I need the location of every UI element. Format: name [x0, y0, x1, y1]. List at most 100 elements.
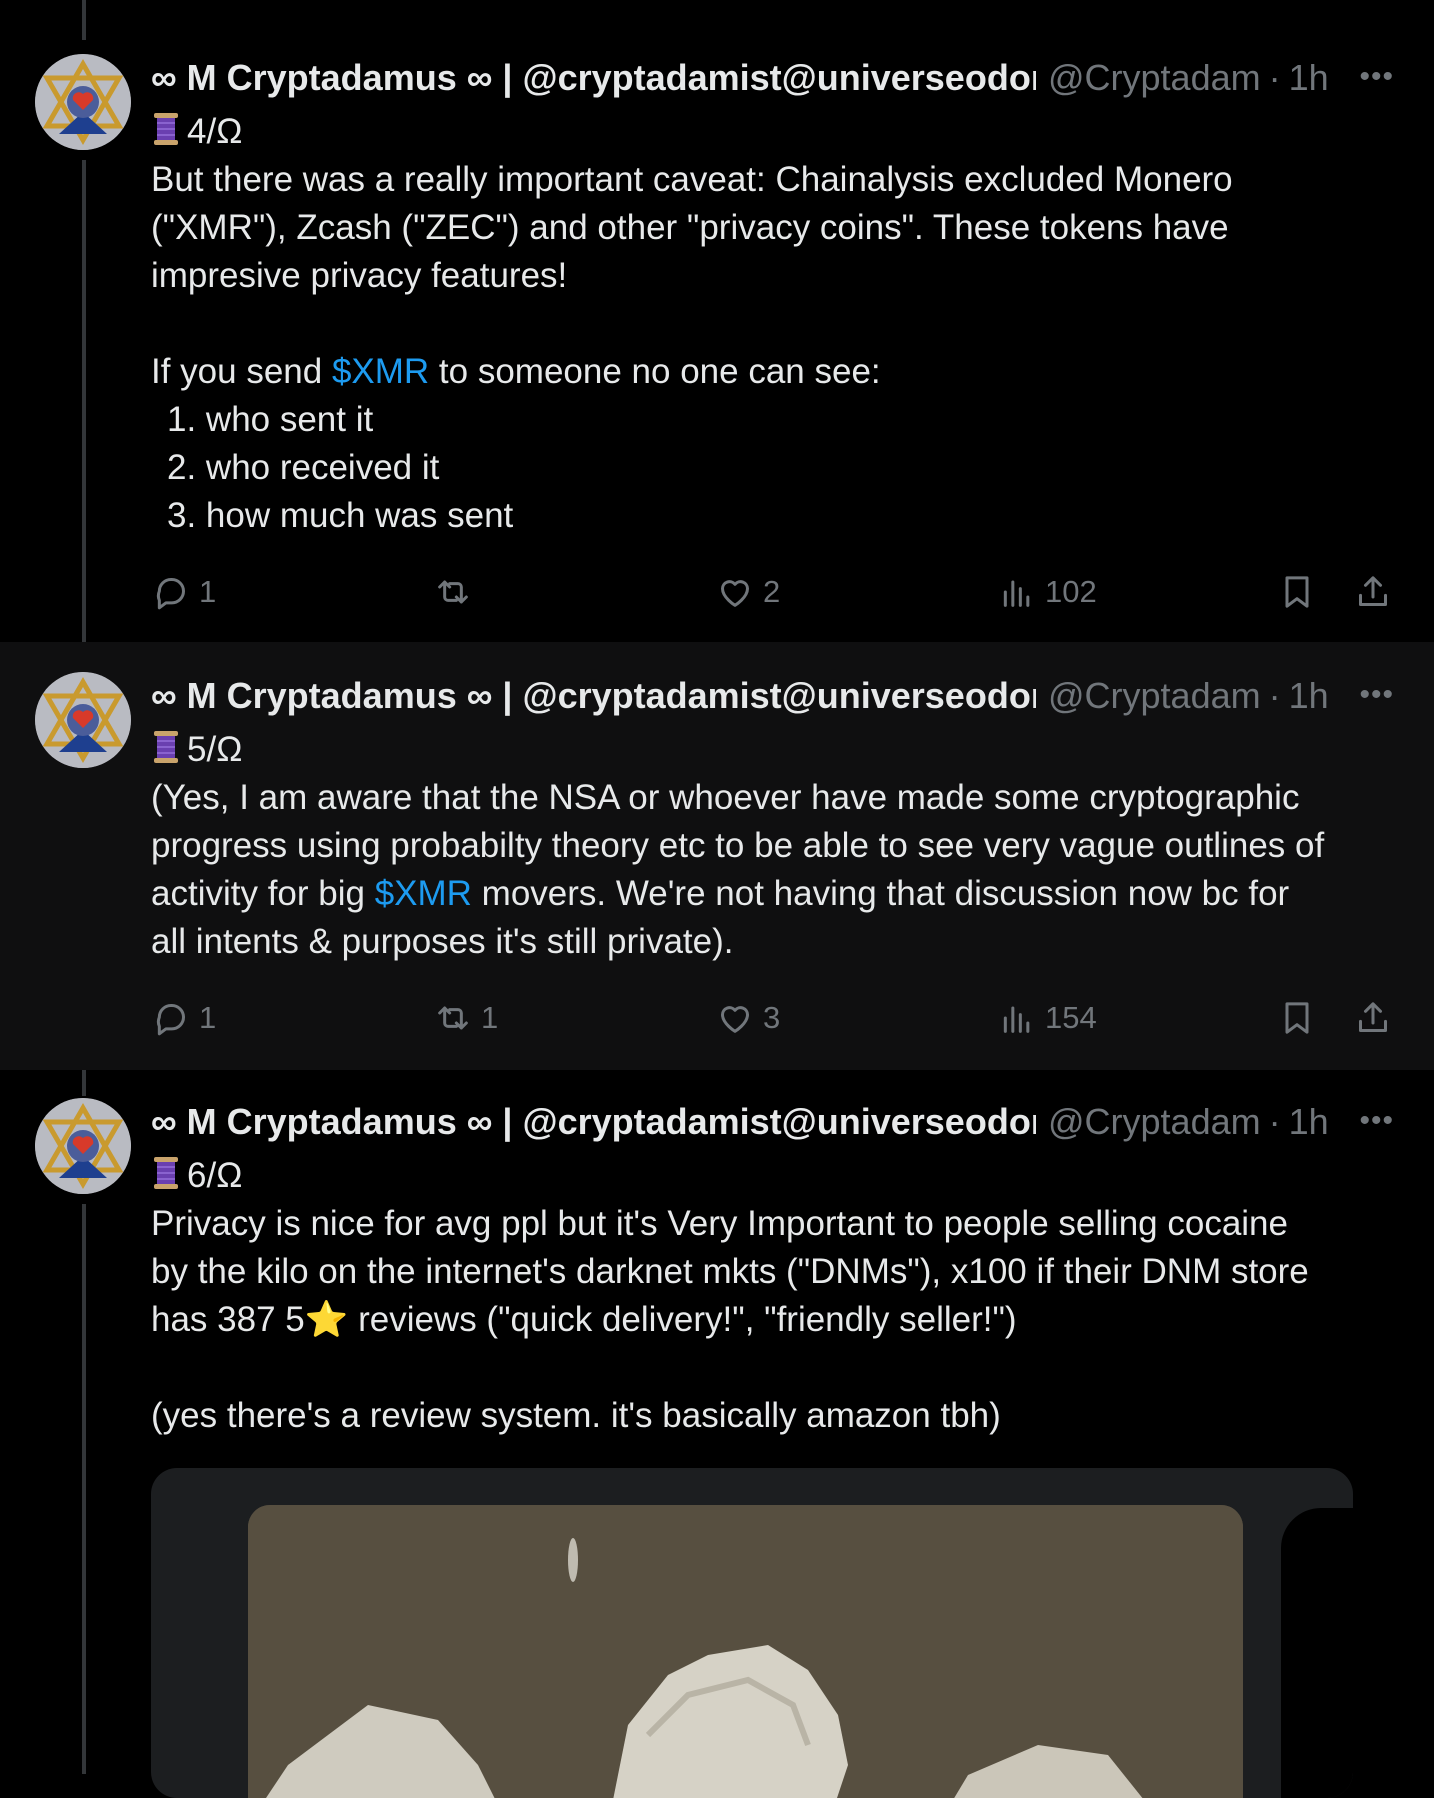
avatar-hexagram-icon — [35, 672, 131, 768]
share-icon — [1359, 1002, 1387, 1032]
repost-button[interactable] — [433, 568, 481, 616]
tweet-body: 6/Ω Privacy is nice for avg ppl but it's… — [151, 1152, 1401, 1440]
views-button[interactable]: 154 — [997, 994, 1097, 1042]
tweet-text-line: But there was a really important caveat:… — [151, 160, 1233, 199]
repost-icon — [438, 580, 468, 604]
avatar[interactable] — [35, 672, 131, 768]
tweet-5[interactable]: ∞ M Cryptadamus ∞ | @cryptadamist@univer… — [0, 642, 1434, 1070]
thread-counter: 5/Ω — [151, 726, 1401, 774]
avatar-hexagram-icon — [35, 1098, 131, 1194]
reply-icon — [156, 578, 185, 610]
more-dots-icon[interactable]: ••• — [1359, 678, 1394, 712]
spool-of-thread-emoji — [154, 731, 178, 763]
cashtag-link[interactable]: $XMR — [332, 352, 429, 391]
text-fragment: activity for big — [151, 874, 375, 913]
view-count: 102 — [1045, 574, 1097, 609]
thread-counter-text: 6/Ω — [187, 1156, 243, 1195]
tweet-text-line: ("XMR"), Zcash ("ZEC") and other "privac… — [151, 208, 1229, 247]
text-fragment: to someone no one can see: — [429, 352, 881, 391]
thread-counter-text: 5/Ω — [187, 730, 243, 769]
spool-of-thread-emoji — [154, 113, 178, 145]
star-emoji: ⭐ — [304, 1300, 349, 1339]
tweet-4[interactable]: ∞ M Cryptadamus ∞ | @cryptadamist@univer… — [0, 0, 1434, 642]
views-icon — [1003, 580, 1030, 607]
list-item: 3. how much was sent — [167, 496, 514, 535]
media-carousel[interactable] — [151, 1468, 1353, 1798]
tweet-text-line: progress using probabilty theory etc to … — [151, 826, 1325, 865]
text-fragment: reviews ("quick delivery!", "friendly se… — [348, 1300, 1017, 1339]
tweet-text-line: If you send $XMR to someone no one can s… — [151, 348, 1401, 396]
tweet-text-line: by the kilo on the internet's darknet mk… — [151, 1252, 1309, 1291]
list-item: 2. who received it — [167, 448, 440, 487]
reply-count: 1 — [199, 1000, 217, 1035]
cashtag-link[interactable]: $XMR — [375, 874, 472, 913]
more-dots-icon[interactable]: ••• — [1359, 1104, 1394, 1138]
text-fragment: movers. We're not having that discussion… — [471, 874, 1290, 913]
like-button[interactable]: 2 — [715, 568, 780, 616]
like-count: 3 — [763, 1000, 781, 1035]
share-icon — [1359, 576, 1387, 606]
separator-dot: · — [1268, 1101, 1281, 1142]
bookmark-button[interactable] — [1277, 994, 1317, 1042]
repost-icon — [438, 1006, 468, 1030]
author-name[interactable]: ∞ M Cryptadamus ∞ | @cryptadamist@univer… — [151, 1101, 1036, 1143]
avatar[interactable] — [35, 1098, 131, 1194]
text-fragment: has 387 5 — [151, 1300, 305, 1339]
tweet-header: ∞ M Cryptadamus ∞ | @cryptadamist@univer… — [151, 1100, 1394, 1144]
repost-button[interactable]: 1 — [433, 994, 498, 1042]
like-button[interactable]: 3 — [715, 994, 780, 1042]
tweet-text-line: all intents & purposes it's still privat… — [151, 922, 734, 961]
repost-count: 1 — [481, 1000, 499, 1035]
more-dots-icon[interactable]: ••• — [1359, 60, 1394, 94]
action-bar: 1 2 102 — [151, 568, 1401, 616]
separator-dot: · — [1268, 675, 1281, 716]
tweet-text-line: (yes there's a review system. it's basic… — [151, 1396, 1001, 1435]
timestamp[interactable]: 1h — [1289, 1101, 1329, 1143]
tweet-text-line: impresive privacy features! — [151, 256, 568, 295]
media-photo[interactable] — [248, 1505, 1243, 1798]
share-button[interactable] — [1353, 568, 1393, 616]
action-bar: 1 1 3 154 — [151, 994, 1401, 1042]
bookmark-icon — [1285, 576, 1309, 608]
photo-content — [248, 1505, 1243, 1798]
reply-button[interactable]: 1 — [151, 994, 216, 1042]
timestamp[interactable]: 1h — [1289, 57, 1329, 99]
separator-dot: · — [1268, 57, 1281, 98]
reply-button[interactable]: 1 — [151, 568, 216, 616]
tweet-text-line: has 387 5⭐ reviews ("quick delivery!", "… — [151, 1296, 1401, 1344]
tweet-text-line: (Yes, I am aware that the NSA or whoever… — [151, 778, 1300, 817]
avatar-hexagram-icon — [35, 54, 131, 150]
thread-counter: 4/Ω — [151, 108, 1401, 156]
author-name[interactable]: ∞ M Cryptadamus ∞ | @cryptadamist@univer… — [151, 57, 1036, 99]
next-media-preview[interactable] — [1281, 1508, 1353, 1798]
avatar[interactable] — [35, 54, 131, 150]
spool-of-thread-emoji — [154, 1157, 178, 1189]
reply-icon — [156, 1004, 185, 1036]
bookmark-icon — [1285, 1002, 1309, 1034]
list-item: 1. who sent it — [167, 400, 374, 439]
reply-count: 1 — [199, 574, 217, 609]
view-count: 154 — [1045, 1000, 1097, 1035]
author-handle[interactable]: @Cryptadam — [1048, 57, 1261, 99]
tweet-header: ∞ M Cryptadamus ∞ | @cryptadamist@univer… — [151, 674, 1394, 718]
tweet-body: 5/Ω (Yes, I am aware that the NSA or who… — [151, 726, 1401, 966]
text-fragment: If you send — [151, 352, 332, 391]
bookmark-button[interactable] — [1277, 568, 1317, 616]
views-icon — [1003, 1006, 1030, 1033]
paragraph-break — [151, 1344, 1401, 1392]
author-handle[interactable]: @Cryptadam — [1048, 1101, 1261, 1143]
tweet-text-line: activity for big $XMR movers. We're not … — [151, 870, 1401, 918]
share-button[interactable] — [1353, 994, 1393, 1042]
tweet-header: ∞ M Cryptadamus ∞ | @cryptadamist@univer… — [151, 56, 1394, 100]
like-count: 2 — [763, 574, 781, 609]
author-handle[interactable]: @Cryptadam — [1048, 675, 1261, 717]
timestamp[interactable]: 1h — [1289, 675, 1329, 717]
views-button[interactable]: 102 — [997, 568, 1097, 616]
heart-icon — [721, 1006, 749, 1033]
thread-counter: 6/Ω — [151, 1152, 1401, 1200]
author-name[interactable]: ∞ M Cryptadamus ∞ | @cryptadamist@univer… — [151, 675, 1036, 717]
thread-counter-text: 4/Ω — [187, 112, 243, 151]
tweet-text-line: Privacy is nice for avg ppl but it's Ver… — [151, 1204, 1288, 1243]
heart-icon — [721, 580, 749, 607]
tweet-body: 4/Ω But there was a really important cav… — [151, 108, 1401, 540]
